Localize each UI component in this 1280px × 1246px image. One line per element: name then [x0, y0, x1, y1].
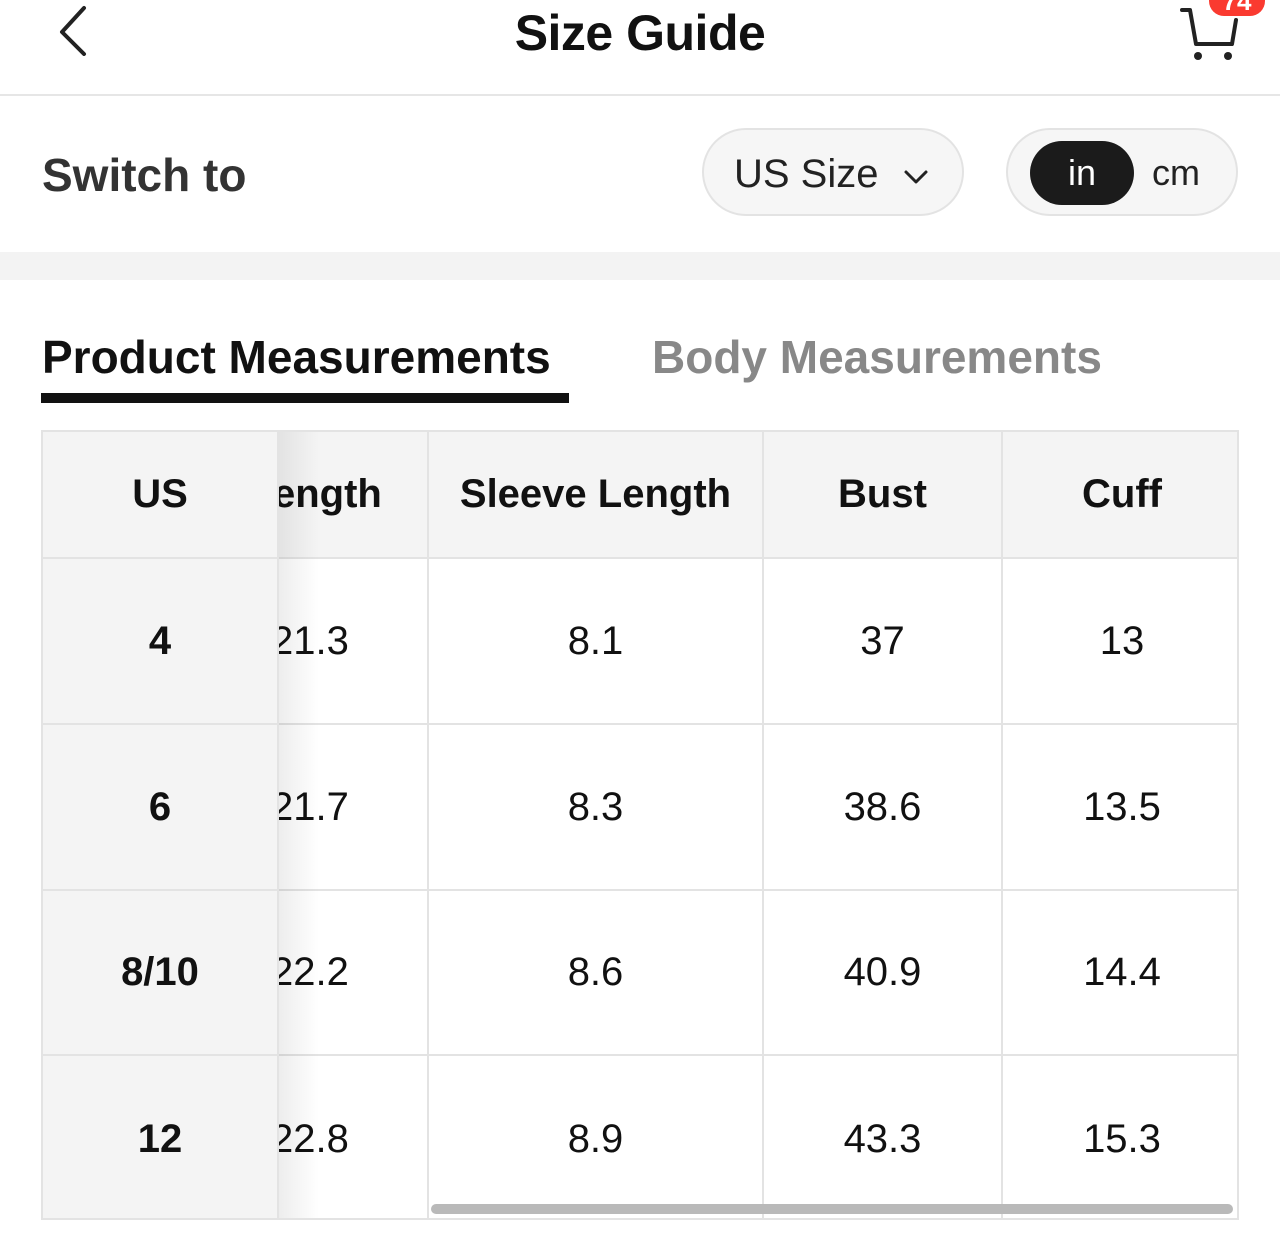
table-cell-bust: 37 [764, 559, 1003, 725]
table-cell-cuff: 13 [1003, 559, 1237, 725]
table-header-length: ength [279, 432, 429, 559]
table-row-size: 4 [43, 559, 279, 725]
table-header-us: US [43, 432, 279, 559]
table-cell-bust: 40.9 [764, 891, 1003, 1056]
horizontal-scrollbar[interactable] [431, 1204, 1233, 1214]
cart-count-badge: 74 [1209, 0, 1265, 16]
unit-toggle: in cm [1006, 128, 1238, 216]
switch-label: Switch to [42, 149, 247, 201]
table-cell-length-value: 21.7 [279, 784, 349, 829]
table-header-sleeve-length: Sleeve Length [429, 432, 764, 559]
table-header-bust: Bust [764, 432, 1003, 559]
table-cell-cuff: 14.4 [1003, 891, 1237, 1056]
page-title: Size Guide [514, 5, 766, 61]
switch-row: Switch to US Size in cm [0, 96, 1280, 252]
table-cell-cuff: 15.3 [1083, 1116, 1161, 1161]
table-cell-cuff: 13.5 [1003, 725, 1237, 891]
table-header-cuff: Cuff [1003, 432, 1237, 559]
table-cell-length-value: 22.2 [279, 950, 349, 994]
table-cell-sleeve: 8.1 [429, 559, 764, 725]
active-tab-indicator [41, 393, 569, 403]
table-cell-length: 22.2 [279, 891, 429, 1056]
tab-body-measurements[interactable]: Body Measurements [652, 330, 1102, 384]
size-table[interactable]: US ength Sleeve Length Bust Cuff 4 21.3 … [41, 430, 1239, 1220]
table-header-length-label: ength [279, 472, 382, 516]
section-divider [0, 252, 1280, 280]
chevron-down-icon [904, 170, 928, 184]
table-row-size: 8/10 [43, 891, 279, 1056]
tab-product-measurements[interactable]: Product Measurements [42, 330, 551, 384]
table-cell-sleeve: 8.9 [429, 1056, 764, 1218]
table-cell-length: 22.8 [279, 1056, 429, 1218]
table-cell-bust: 43.3 [764, 1056, 1003, 1218]
table-row-size: 6 [43, 725, 279, 891]
table-cell-bust: 38.6 [764, 725, 1003, 891]
table-cell-sleeve: 8.6 [429, 891, 764, 1056]
unit-cm-option[interactable]: cm [1138, 141, 1214, 205]
table-row-size: 12 [43, 1056, 279, 1218]
table-cell-length-value: 21.3 [279, 618, 349, 663]
table-cell-length: 21.3 [279, 559, 429, 725]
unit-in-option[interactable]: in [1030, 141, 1134, 205]
top-bar: Size Guide 74 [0, 0, 1280, 96]
table-cell-length-value: 22.8 [279, 1116, 349, 1161]
table-cell-length: 21.7 [279, 725, 429, 891]
size-system-value: US Size [734, 152, 879, 196]
table-cell-sleeve: 8.3 [429, 725, 764, 891]
size-system-select[interactable]: US Size [702, 128, 964, 216]
